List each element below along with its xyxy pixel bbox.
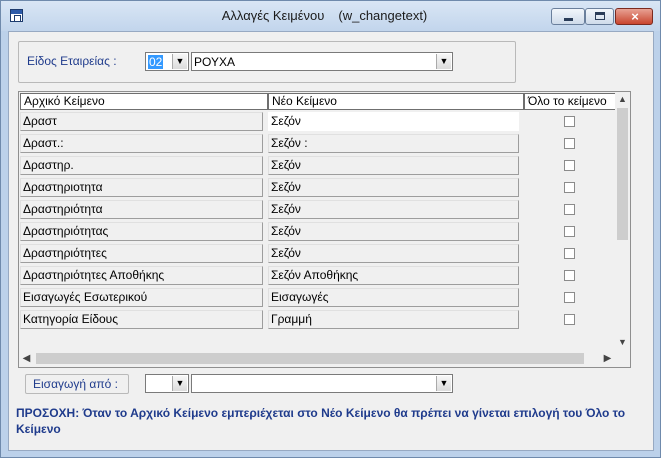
- table-row[interactable]: Δραστηριότητες Αποθήκης Σεζόν Αποθήκης: [19, 265, 615, 287]
- whole-text-checkbox[interactable]: [564, 204, 575, 215]
- original-text-cell[interactable]: Δραστ: [20, 112, 263, 131]
- minimize-button[interactable]: [551, 8, 585, 25]
- whole-text-checkbox[interactable]: [564, 292, 575, 303]
- close-button[interactable]: ×: [615, 8, 653, 25]
- window-id-text: (w_changetext): [338, 8, 428, 23]
- maximize-button[interactable]: [585, 8, 614, 25]
- chevron-up-icon[interactable]: ▲: [615, 92, 630, 107]
- chevron-left-icon[interactable]: ◀: [19, 350, 34, 367]
- original-text-cell[interactable]: Δραστηρ.: [20, 156, 263, 175]
- table-row[interactable]: Δραστηριοτητα Σεζόν: [19, 177, 615, 199]
- original-text-cell[interactable]: Δραστ.:: [20, 134, 263, 153]
- original-text-cell[interactable]: Δραστηριότητας: [20, 222, 263, 241]
- import-from-label: Εισαγωγή από :: [33, 377, 118, 391]
- maximize-icon: [595, 12, 605, 20]
- app-window-icon[interactable]: [10, 9, 23, 22]
- new-text-cell[interactable]: Γραμμή: [268, 310, 519, 329]
- column-header-whole-text[interactable]: Όλο το κείμενο: [524, 93, 615, 110]
- close-icon: ×: [631, 9, 639, 24]
- app-window: Αλλαγές Κειμένου (w_changetext) × Είδος Ε…: [0, 0, 661, 458]
- table-row[interactable]: Δραστηρ. Σεζόν: [19, 155, 615, 177]
- original-text-cell[interactable]: Δραστηριότητες Αποθήκης: [20, 266, 263, 285]
- new-text-cell[interactable]: Σεζόν Αποθήκης: [268, 266, 519, 285]
- whole-text-checkbox[interactable]: [564, 138, 575, 149]
- original-text-cell[interactable]: Δραστηριότητα: [20, 200, 263, 219]
- chevron-down-icon[interactable]: ▼: [436, 376, 451, 391]
- text-change-grid: Αρχικό Κείμενο Νέο Κείμενο Όλο το κείμεν…: [18, 91, 631, 368]
- table-row[interactable]: Κατηγορία Είδους Γραμμή: [19, 309, 615, 331]
- company-type-code-dropdown[interactable]: 02 ▼: [145, 52, 189, 71]
- new-text-cell[interactable]: Σεζόν: [268, 156, 519, 175]
- new-text-cell[interactable]: Σεζόν: [268, 178, 519, 197]
- whole-text-checkbox[interactable]: [564, 182, 575, 193]
- scrollbar-corner: [615, 350, 630, 367]
- import-name-dropdown[interactable]: ▼: [191, 374, 453, 393]
- whole-text-checkbox[interactable]: [564, 226, 575, 237]
- horizontal-scrollbar[interactable]: ◀ ▶: [19, 350, 615, 367]
- company-type-name-dropdown[interactable]: ΡΟΥΧΑ ▼: [191, 52, 453, 71]
- original-text-cell[interactable]: Δραστηριοτητα: [20, 178, 263, 197]
- new-text-cell[interactable]: Σεζόν: [268, 222, 519, 241]
- grid-viewport: Αρχικό Κείμενο Νέο Κείμενο Όλο το κείμεν…: [19, 92, 615, 350]
- new-text-cell[interactable]: Σεζόν :: [268, 134, 519, 153]
- table-row[interactable]: Δραστ Σεζόν: [19, 111, 615, 133]
- chevron-down-icon[interactable]: ▼: [615, 335, 630, 350]
- whole-text-checkbox[interactable]: [564, 314, 575, 325]
- import-from-group: Εισαγωγή από :: [25, 374, 129, 394]
- horizontal-scroll-thumb[interactable]: [36, 353, 584, 364]
- company-type-name-value: ΡΟΥΧΑ: [194, 55, 235, 69]
- table-row[interactable]: Δραστηριότητες Σεζόν: [19, 243, 615, 265]
- client-area: Είδος Εταιρείας : 02 ▼ ΡΟΥΧΑ ▼ Αρχικό Κε…: [8, 31, 654, 451]
- whole-text-checkbox[interactable]: [564, 270, 575, 281]
- chevron-down-icon[interactable]: ▼: [436, 54, 451, 69]
- new-text-cell[interactable]: Σεζόν: [268, 112, 519, 131]
- new-text-cell[interactable]: Εισαγωγές: [268, 288, 519, 307]
- company-type-label: Είδος Εταιρείας :: [27, 54, 117, 68]
- import-code-dropdown[interactable]: ▼: [145, 374, 189, 393]
- chevron-down-icon[interactable]: ▼: [172, 54, 187, 69]
- window-title-text: Αλλαγές Κειμένου: [221, 8, 325, 23]
- table-row[interactable]: Δραστηριότητα Σεζόν: [19, 199, 615, 221]
- original-text-cell[interactable]: Δραστηριότητες: [20, 244, 263, 263]
- company-type-code-value: 02: [148, 55, 164, 69]
- chevron-down-icon[interactable]: ▼: [172, 376, 187, 391]
- title-bar[interactable]: Αλλαγές Κειμένου (w_changetext) ×: [1, 1, 660, 31]
- whole-text-checkbox[interactable]: [564, 248, 575, 259]
- original-text-cell[interactable]: Κατηγορία Είδους: [20, 310, 263, 329]
- original-text-cell[interactable]: Εισαγωγές Εσωτερικού: [20, 288, 263, 307]
- vertical-scrollbar[interactable]: ▲ ▼: [615, 92, 630, 350]
- column-header-new[interactable]: Νέο Κείμενο: [268, 93, 524, 110]
- whole-text-checkbox[interactable]: [564, 116, 575, 127]
- whole-text-checkbox[interactable]: [564, 160, 575, 171]
- new-text-cell[interactable]: Σεζόν: [268, 244, 519, 263]
- new-text-cell[interactable]: Σεζόν: [268, 200, 519, 219]
- minimize-icon: [564, 18, 573, 21]
- table-row[interactable]: Εισαγωγές Εσωτερικού Εισαγωγές: [19, 287, 615, 309]
- table-row[interactable]: Δραστηριότητας Σεζόν: [19, 221, 615, 243]
- table-row[interactable]: Δραστ.: Σεζόν :: [19, 133, 615, 155]
- chevron-right-icon[interactable]: ▶: [600, 350, 615, 367]
- column-header-original[interactable]: Αρχικό Κείμενο: [20, 93, 268, 110]
- vertical-scroll-thumb[interactable]: [617, 108, 628, 240]
- warning-message: ΠΡΟΣΟΧΗ: Όταν το Αρχικό Κείμενο εμπεριέχ…: [16, 406, 626, 436]
